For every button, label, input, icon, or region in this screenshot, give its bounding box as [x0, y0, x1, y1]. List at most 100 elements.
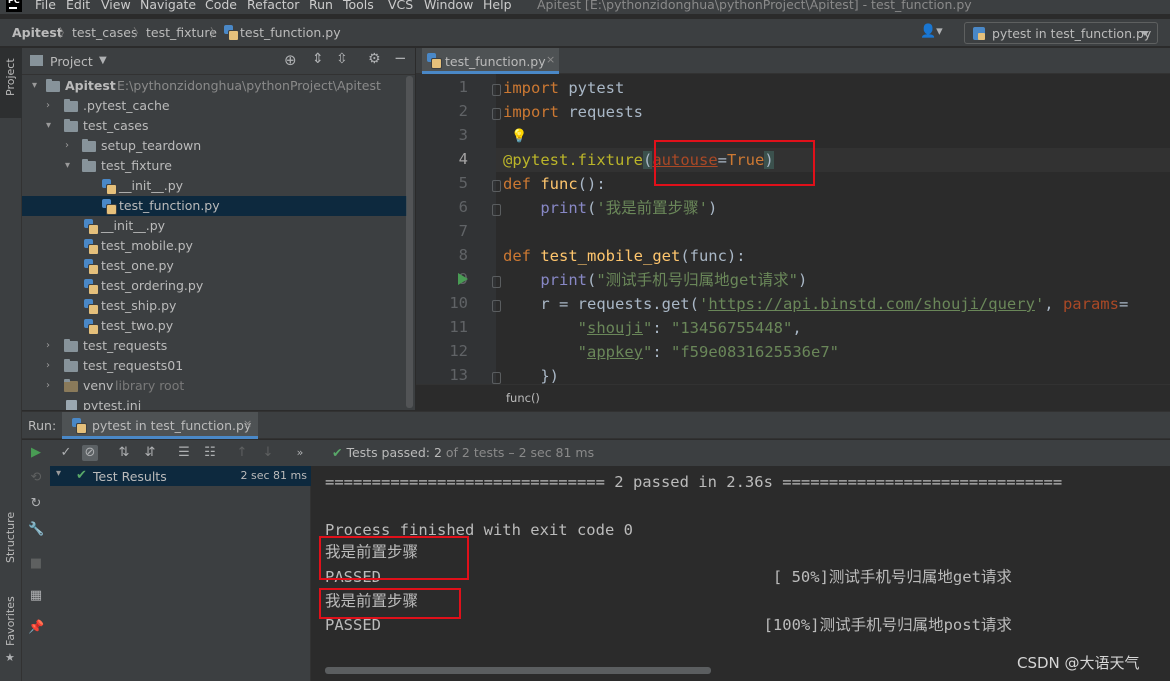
menu-refactor[interactable]: Refactor: [247, 0, 299, 12]
fold-icon[interactable]: [492, 300, 501, 312]
fold-icon[interactable]: [492, 372, 501, 384]
fold-icon[interactable]: [492, 204, 501, 216]
tree-root-apitest[interactable]: ▾ Apitest E:\pythonzidonghua\pythonProje…: [22, 76, 407, 96]
fold-icon[interactable]: [492, 180, 501, 192]
project-tool-button[interactable]: Project: [0, 48, 22, 118]
code-line-13[interactable]: }): [503, 364, 559, 384]
debug-icon[interactable]: ⟲: [28, 470, 44, 486]
code-line-8[interactable]: def test_mobile_get(func):: [503, 244, 746, 268]
folder-icon: [82, 139, 96, 152]
fold-icon[interactable]: [492, 276, 501, 288]
code-line-12[interactable]: "appkey": "f59e0831625536e7": [503, 340, 839, 364]
code-line-1[interactable]: import pytest: [503, 76, 624, 100]
project-panel-header: Project ▼ ⊕ ⇕ ⇳ ⚙ −: [22, 48, 415, 75]
fold-icon[interactable]: [492, 108, 501, 120]
breadcrumb-test-cases[interactable]: test_cases: [72, 25, 138, 40]
tab-run-config[interactable]: pytest in test_function.py ×: [62, 412, 258, 439]
run-tab-label: pytest in test_function.py: [92, 418, 252, 433]
run-test-icon[interactable]: [458, 273, 468, 285]
breadcrumb-func[interactable]: func(): [506, 391, 540, 405]
sort-duration-icon[interactable]: ⇵: [142, 445, 158, 461]
tree-item-fixture-init[interactable]: __init__.py: [22, 176, 407, 196]
close-icon[interactable]: ×: [546, 53, 555, 66]
layout-icon[interactable]: ▦: [28, 588, 44, 604]
previous-failed-icon[interactable]: ↑: [234, 445, 250, 461]
refresh-icon[interactable]: ↻: [28, 496, 44, 512]
code-line-6[interactable]: print('我是前置步骤'): [503, 196, 717, 220]
lightbulb-icon[interactable]: 💡: [511, 129, 527, 144]
tree-item-test-requests[interactable]: › test_requests: [22, 336, 407, 356]
collapse-all-icon[interactable]: ☷: [202, 445, 218, 461]
fold-icon[interactable]: [492, 84, 501, 96]
close-icon[interactable]: ×: [243, 417, 252, 430]
run-configuration-select[interactable]: pytest in test_function.py: [964, 22, 1158, 44]
tree-item-test-function[interactable]: test_function.py: [22, 196, 407, 216]
menu-run[interactable]: Run: [309, 0, 333, 12]
wrench-icon[interactable]: 🔧: [28, 522, 44, 538]
user-icon[interactable]: 👤▾: [920, 24, 943, 39]
menu-edit[interactable]: Edit: [66, 0, 90, 12]
menu-tools[interactable]: Tools: [343, 0, 374, 12]
tree-item-cases-init[interactable]: __init__.py: [22, 216, 407, 236]
run-console[interactable]: ============================== 2 passed …: [312, 466, 1170, 681]
tree-item-pytest-cache[interactable]: › .pytest_cache: [22, 96, 407, 116]
show-passed-icon[interactable]: ✓: [58, 445, 74, 461]
project-scrollbar[interactable]: [406, 76, 413, 408]
breadcrumb-test-function[interactable]: test_function.py: [240, 25, 341, 40]
expand-all-icon[interactable]: ☰: [176, 445, 192, 461]
tree-item-label: test_mobile.py: [101, 238, 193, 253]
code-line-11[interactable]: "shouji": "13456755448",: [503, 316, 802, 340]
breadcrumb-test-fixture[interactable]: test_fixture: [146, 25, 217, 40]
menu-help[interactable]: Help: [483, 0, 512, 12]
code-line-2[interactable]: import requests: [503, 100, 643, 124]
project-view-select[interactable]: Project: [50, 54, 93, 69]
menu-vcs[interactable]: VCS: [388, 0, 413, 12]
code-line-10[interactable]: r = requests.get('https://api.binstd.com…: [503, 292, 1170, 316]
tree-item-venv[interactable]: › venv library root: [22, 376, 407, 396]
show-ignored-icon[interactable]: ⊘: [82, 445, 98, 461]
menu-code[interactable]: Code: [205, 0, 237, 12]
test-results-label: Test Results: [93, 469, 167, 484]
tree-item-test-fixture[interactable]: ▾ test_fixture: [22, 156, 407, 176]
function-name: test_mobile_get: [531, 247, 681, 265]
line-number: 10: [449, 294, 468, 312]
url-link[interactable]: https://api.binstd.com/shouji/query: [708, 295, 1035, 313]
tree-item-test-mobile[interactable]: test_mobile.py: [22, 236, 407, 256]
breadcrumb-apitest[interactable]: Apitest: [12, 25, 63, 40]
gear-icon[interactable]: ⚙: [368, 51, 381, 67]
chevron-right-icon: ›: [65, 140, 69, 151]
tab-test-function[interactable]: test_function.py ×: [422, 48, 559, 74]
test-results-row[interactable]: ▾ ✔ Test Results 2 sec 81 ms: [50, 466, 311, 486]
tree-item-pytest-ini[interactable]: pytest.ini: [22, 396, 407, 410]
menu-navigate[interactable]: Navigate: [140, 0, 196, 12]
menu-window[interactable]: Window: [424, 0, 473, 12]
line-number: 1: [458, 78, 468, 96]
sort-alpha-icon[interactable]: ⇅: [116, 445, 132, 461]
tree-item-test-ordering[interactable]: test_ordering.py: [22, 276, 407, 296]
chevron-down-icon[interactable]: ▼: [99, 55, 107, 66]
folder-icon: [64, 379, 78, 392]
tree-item-test-cases[interactable]: ▾ test_cases: [22, 116, 407, 136]
favorites-tool-label[interactable]: Favorites: [4, 596, 17, 646]
pin-icon[interactable]: 📌: [28, 620, 44, 636]
expand-all-icon[interactable]: ⇕: [312, 51, 324, 67]
locate-icon[interactable]: ⊕: [284, 51, 297, 69]
code-line-9[interactable]: print("测试手机号归属地get请求"): [503, 268, 807, 292]
code-line-5[interactable]: def func():: [503, 172, 606, 196]
next-failed-icon[interactable]: ↓: [260, 445, 276, 461]
structure-tool-label[interactable]: Structure: [4, 512, 17, 563]
console-horizontal-scrollbar[interactable]: [325, 667, 711, 674]
tree-item-test-ship[interactable]: test_ship.py: [22, 296, 407, 316]
menu-view[interactable]: View: [101, 0, 131, 12]
rerun-icon[interactable]: ▶: [28, 445, 44, 461]
hide-panel-icon[interactable]: −: [394, 49, 407, 67]
collapse-all-icon[interactable]: ⇳: [336, 51, 348, 67]
tree-item-setup-teardown[interactable]: › setup_teardown: [22, 136, 407, 156]
more-icon[interactable]: »: [292, 445, 308, 461]
tree-item-test-two[interactable]: test_two.py: [22, 316, 407, 336]
menu-file[interactable]: File: [35, 0, 56, 12]
tree-item-test-requests01[interactable]: › test_requests01: [22, 356, 407, 376]
tree-item-test-one[interactable]: test_one.py: [22, 256, 407, 276]
menu-bar: PC File Edit View Navigate Code Refactor…: [0, 0, 1170, 14]
stop-icon[interactable]: ■: [28, 556, 44, 572]
